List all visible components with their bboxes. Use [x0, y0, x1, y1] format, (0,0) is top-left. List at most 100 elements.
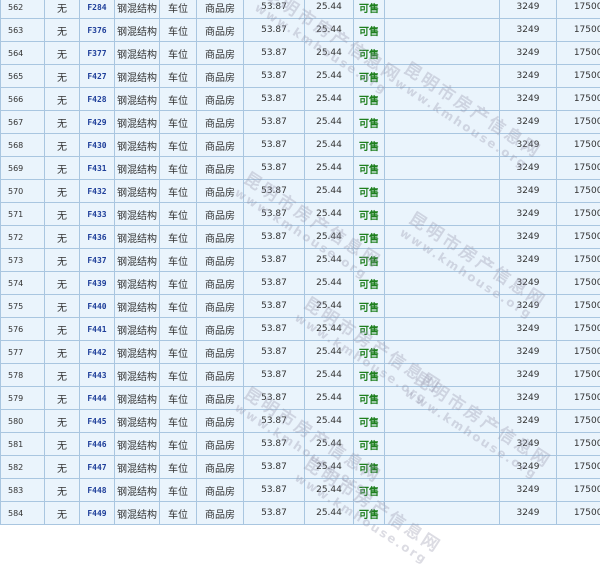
sale-status-cell: 可售 [354, 410, 385, 433]
unit-price-cell: 3249 [500, 157, 557, 180]
room-number-link[interactable]: F284 [80, 0, 115, 19]
structure-cell: 钢混结构 [115, 433, 160, 456]
unit-price-cell: 3249 [500, 0, 557, 19]
room-number-link[interactable]: F427 [80, 65, 115, 88]
blank-cell [385, 19, 500, 42]
interior-area-cell: 25.44 [305, 272, 354, 295]
room-number-link[interactable]: F437 [80, 249, 115, 272]
building-area-cell: 53.87 [244, 433, 305, 456]
blank-cell [385, 387, 500, 410]
building-area-cell: 53.87 [244, 364, 305, 387]
structure-cell: 钢混结构 [115, 42, 160, 65]
room-number-link[interactable]: F440 [80, 295, 115, 318]
sale-status-cell: 可售 [354, 502, 385, 525]
room-number-link[interactable]: F447 [80, 456, 115, 479]
usage-cell: 车位 [160, 19, 197, 42]
sale-status-cell: 可售 [354, 479, 385, 502]
blank-cell [385, 0, 500, 19]
room-number-link[interactable]: F449 [80, 502, 115, 525]
total-price-cell: 175000 [557, 456, 600, 479]
table-row: 568无F430钢混结构车位商品房53.8725.44可售3249175000 [1, 134, 600, 157]
building-area-cell: 53.87 [244, 0, 305, 19]
usage-cell: 车位 [160, 134, 197, 157]
total-price-cell: 175000 [557, 203, 600, 226]
room-number-link[interactable]: F448 [80, 479, 115, 502]
table-row: 578无F443钢混结构车位商品房53.8725.44可售3249175000 [1, 364, 600, 387]
room-number-link[interactable]: F445 [80, 410, 115, 433]
blank-cell [385, 502, 500, 525]
room-number-link[interactable]: F436 [80, 226, 115, 249]
table-row: 575无F440钢混结构车位商品房53.8725.44可售3249175000 [1, 295, 600, 318]
structure-cell: 钢混结构 [115, 88, 160, 111]
sale-status-cell: 可售 [354, 456, 385, 479]
blank-cell [385, 65, 500, 88]
building-area-cell: 53.87 [244, 42, 305, 65]
property-type-cell: 商品房 [197, 111, 244, 134]
blank-cell [385, 479, 500, 502]
total-price-cell: 175000 [557, 318, 600, 341]
table-row: 570无F432钢混结构车位商品房53.8725.44可售3249175000 [1, 180, 600, 203]
usage-cell: 车位 [160, 249, 197, 272]
total-price-cell: 175000 [557, 433, 600, 456]
floor-cell: 无 [45, 157, 80, 180]
table-row: 565无F427钢混结构车位商品房53.8725.44可售3249175000 [1, 65, 600, 88]
structure-cell: 钢混结构 [115, 0, 160, 19]
structure-cell: 钢混结构 [115, 203, 160, 226]
table-row: 563无F376钢混结构车位商品房53.8725.44可售3249175000 [1, 19, 600, 42]
room-number-link[interactable]: F439 [80, 272, 115, 295]
interior-area-cell: 25.44 [305, 295, 354, 318]
room-number-link[interactable]: F433 [80, 203, 115, 226]
table-row: 580无F445钢混结构车位商品房53.8725.44可售3249175000 [1, 410, 600, 433]
unit-price-cell: 3249 [500, 249, 557, 272]
floor-cell: 无 [45, 180, 80, 203]
row-number: 580 [1, 410, 45, 433]
property-type-cell: 商品房 [197, 479, 244, 502]
unit-price-cell: 3249 [500, 203, 557, 226]
interior-area-cell: 25.44 [305, 42, 354, 65]
room-number-link[interactable]: F431 [80, 157, 115, 180]
property-type-cell: 商品房 [197, 502, 244, 525]
room-number-link[interactable]: F430 [80, 134, 115, 157]
building-area-cell: 53.87 [244, 272, 305, 295]
sale-status-cell: 可售 [354, 364, 385, 387]
room-number-link[interactable]: F444 [80, 387, 115, 410]
property-type-cell: 商品房 [197, 134, 244, 157]
room-number-link[interactable]: F429 [80, 111, 115, 134]
floor-cell: 无 [45, 433, 80, 456]
unit-price-cell: 3249 [500, 456, 557, 479]
room-number-link[interactable]: F428 [80, 88, 115, 111]
unit-price-cell: 3249 [500, 387, 557, 410]
interior-area-cell: 25.44 [305, 479, 354, 502]
row-number: 576 [1, 318, 45, 341]
structure-cell: 钢混结构 [115, 387, 160, 410]
sale-status-cell: 可售 [354, 249, 385, 272]
room-number-link[interactable]: F377 [80, 42, 115, 65]
building-area-cell: 53.87 [244, 180, 305, 203]
table-row: 573无F437钢混结构车位商品房53.8725.44可售3249175000 [1, 249, 600, 272]
floor-cell: 无 [45, 19, 80, 42]
property-type-cell: 商品房 [197, 433, 244, 456]
room-number-link[interactable]: F432 [80, 180, 115, 203]
sale-status-cell: 可售 [354, 318, 385, 341]
structure-cell: 钢混结构 [115, 410, 160, 433]
total-price-cell: 175000 [557, 295, 600, 318]
room-number-link[interactable]: F442 [80, 341, 115, 364]
building-area-cell: 53.87 [244, 387, 305, 410]
row-number: 563 [1, 19, 45, 42]
total-price-cell: 175000 [557, 502, 600, 525]
building-area-cell: 53.87 [244, 318, 305, 341]
total-price-cell: 175000 [557, 134, 600, 157]
floor-cell: 无 [45, 134, 80, 157]
unit-price-cell: 3249 [500, 433, 557, 456]
blank-cell [385, 88, 500, 111]
property-type-cell: 商品房 [197, 19, 244, 42]
structure-cell: 钢混结构 [115, 65, 160, 88]
table-row: 581无F446钢混结构车位商品房53.8725.44可售3249175000 [1, 433, 600, 456]
property-type-cell: 商品房 [197, 295, 244, 318]
interior-area-cell: 25.44 [305, 19, 354, 42]
room-number-link[interactable]: F441 [80, 318, 115, 341]
floor-cell: 无 [45, 341, 80, 364]
room-number-link[interactable]: F446 [80, 433, 115, 456]
room-number-link[interactable]: F443 [80, 364, 115, 387]
room-number-link[interactable]: F376 [80, 19, 115, 42]
